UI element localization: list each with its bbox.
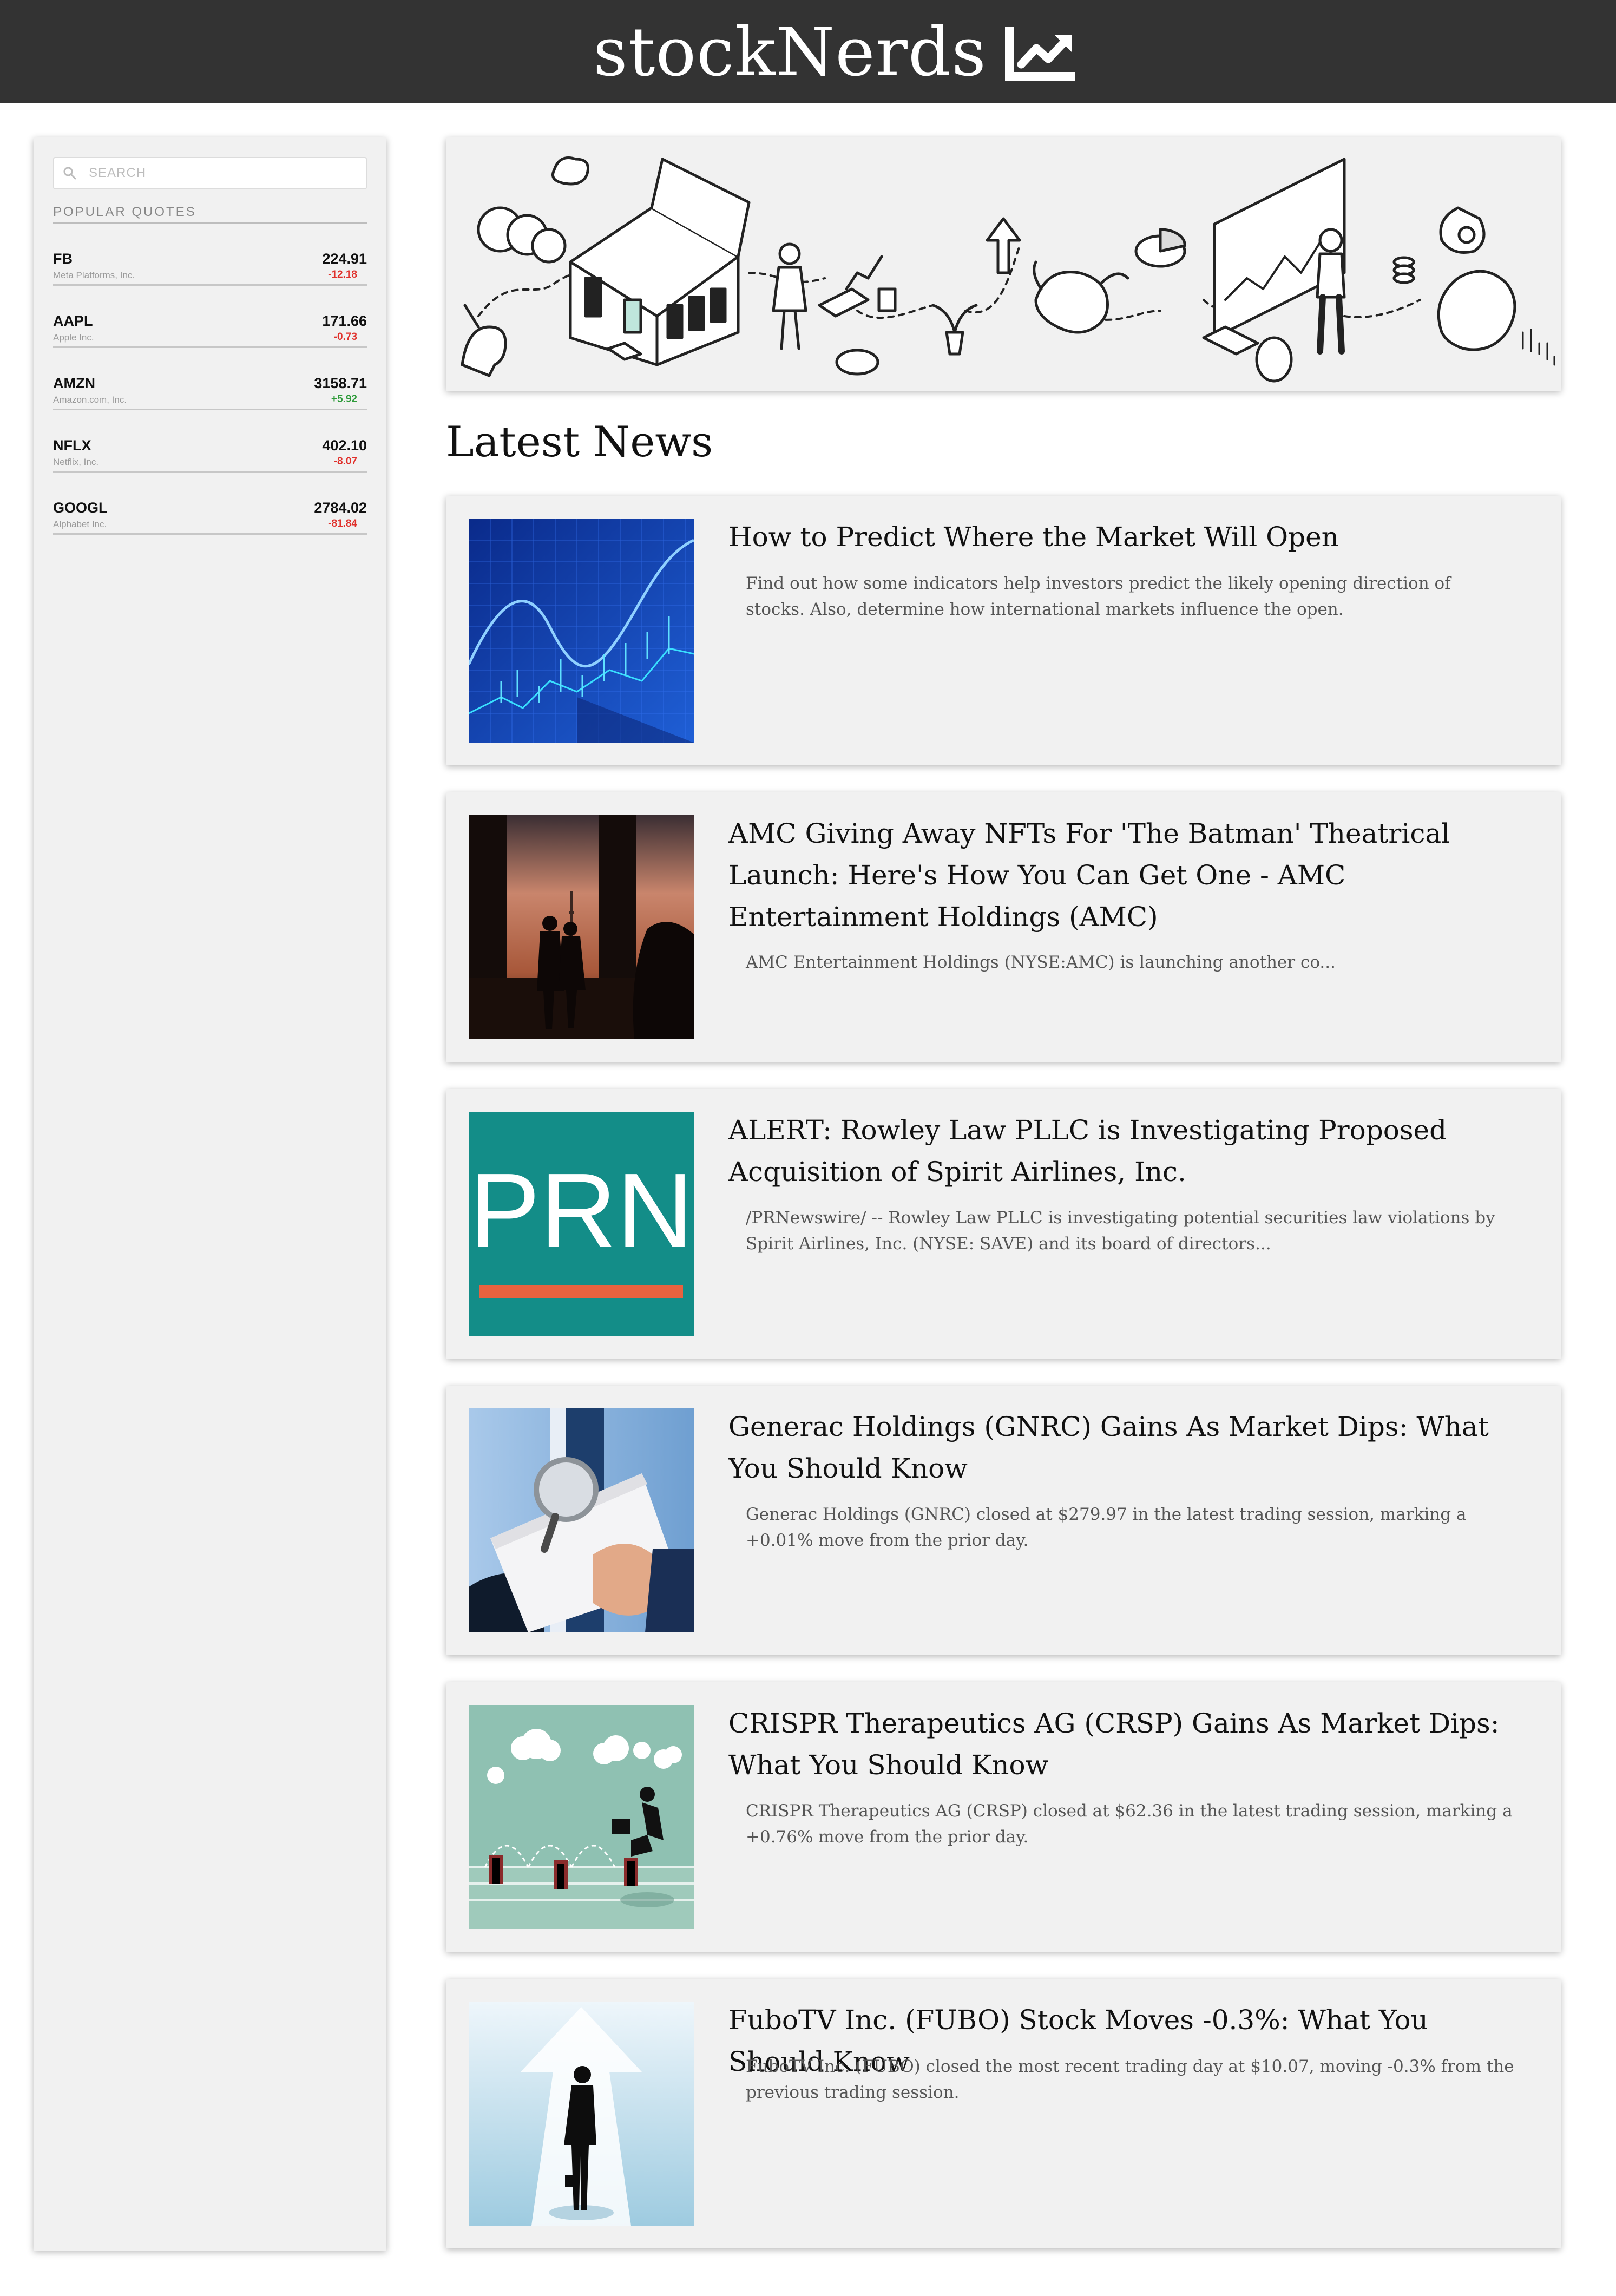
quote-change: -0.73 xyxy=(333,331,357,343)
news-headline[interactable]: AMC Giving Away NFTs For 'The Batman' Th… xyxy=(728,813,1529,938)
quote-company-name: Meta Platforms, Inc. xyxy=(53,270,135,280)
quote-change: -12.18 xyxy=(328,269,357,280)
quote-price: 171.66 xyxy=(322,313,367,329)
news-description: AMC Entertainment Holdings (NYSE:AMC) is… xyxy=(746,953,1336,972)
prn-logo-thumbnail: PRN xyxy=(469,1112,694,1336)
news-headline[interactable]: Generac Holdings (GNRC) Gains As Market … xyxy=(728,1406,1529,1490)
quote-row-aapl[interactable]: AAPL Apple Inc. 171.66 -0.73 xyxy=(53,286,367,348)
hero-banner xyxy=(446,137,1561,391)
news-thumbnail[interactable] xyxy=(469,2002,694,2226)
news-description: FuboTV Inc. (FUBO) closed the most recen… xyxy=(746,2057,1514,2102)
prn-logo-text: PRN xyxy=(469,1151,693,1270)
top-navbar: stockNerds xyxy=(0,0,1616,103)
quote-change: +5.92 xyxy=(331,393,357,405)
news-headline[interactable]: CRISPR Therapeutics AG (CRSP) Gains As M… xyxy=(728,1703,1529,1786)
trending-up-chart-icon xyxy=(1004,27,1075,81)
quote-price: 402.10 xyxy=(322,437,367,454)
city-sunset-silhouette-thumbnail xyxy=(469,815,694,1039)
quote-price: 3158.71 xyxy=(314,375,367,391)
quote-row-nflx[interactable]: NFLX Netflix, Inc. 402.10 -8.07 xyxy=(53,410,367,473)
quote-company-name: Alphabet Inc. xyxy=(53,519,107,529)
brand-logo[interactable]: stockNerds xyxy=(593,6,1078,99)
search-box[interactable] xyxy=(53,157,367,189)
quote-symbol: AAPL xyxy=(53,313,93,329)
quote-row-fb[interactable]: FB Meta Platforms, Inc. 224.91 -12.18 xyxy=(53,224,367,286)
news-thumbnail[interactable] xyxy=(469,1705,694,1929)
quote-row-amzn[interactable]: AMZN Amazon.com, Inc. 3158.71 +5.92 xyxy=(53,348,367,410)
quote-change: -8.07 xyxy=(333,456,357,467)
news-card[interactable]: AMC Giving Away NFTs For 'The Batman' Th… xyxy=(446,792,1561,1062)
stock-market-illustration xyxy=(461,156,1555,383)
hurdle-runner-thumbnail xyxy=(469,1705,694,1929)
brand-name: stockNerds xyxy=(593,14,987,91)
search-input[interactable] xyxy=(89,162,349,184)
news-description: Generac Holdings (GNRC) closed at $279.9… xyxy=(746,1505,1467,1550)
news-description: Find out how some indicators help invest… xyxy=(746,574,1451,619)
magnifying-glass-document-thumbnail xyxy=(469,1408,694,1632)
popular-quotes-title: POPULAR QUOTES xyxy=(53,205,196,219)
search-icon xyxy=(63,167,76,180)
news-headline[interactable]: How to Predict Where the Market Will Ope… xyxy=(728,516,1529,558)
news-card[interactable]: FuboTV Inc. (FUBO) Stock Moves -0.3%: Wh… xyxy=(446,1979,1561,2248)
news-card[interactable]: PRN ALERT: Rowley Law PLLC is Investigat… xyxy=(446,1089,1561,1359)
news-description: CRISPR Therapeutics AG (CRSP) closed at … xyxy=(746,1801,1513,1847)
quote-company-name: Amazon.com, Inc. xyxy=(53,395,127,405)
news-thumbnail[interactable] xyxy=(469,815,694,1039)
quote-row-googl[interactable]: GOOGL Alphabet Inc. 2784.02 -81.84 xyxy=(53,473,367,535)
news-thumbnail[interactable] xyxy=(469,519,694,743)
quote-symbol: FB xyxy=(53,251,73,267)
quote-price: 224.91 xyxy=(322,251,367,267)
news-card[interactable]: How to Predict Where the Market Will Ope… xyxy=(446,496,1561,765)
quote-price: 2784.02 xyxy=(314,500,367,516)
news-card[interactable]: CRISPR Therapeutics AG (CRSP) Gains As M… xyxy=(446,1682,1561,1952)
news-description: /PRNewswire/ -- Rowley Law PLLC is inves… xyxy=(746,1208,1495,1254)
blue-stock-chart-thumbnail xyxy=(469,519,694,743)
quote-change: -81.84 xyxy=(328,518,357,529)
news-card[interactable]: Generac Holdings (GNRC) Gains As Market … xyxy=(446,1386,1561,1655)
news-headline[interactable]: ALERT: Rowley Law PLLC is Investigating … xyxy=(728,1110,1529,1193)
quote-symbol: AMZN xyxy=(53,375,95,391)
quote-symbol: GOOGL xyxy=(53,500,108,516)
news-thumbnail[interactable] xyxy=(469,1408,694,1632)
section-title-latest-news: Latest News xyxy=(446,418,713,467)
quote-company-name: Apple Inc. xyxy=(53,332,94,343)
quote-symbol: NFLX xyxy=(53,437,91,454)
quote-company-name: Netflix, Inc. xyxy=(53,457,99,467)
businessman-arrow-thumbnail xyxy=(469,2002,694,2226)
quotes-list: FB Meta Platforms, Inc. 224.91 -12.18 AA… xyxy=(53,224,367,535)
news-thumbnail[interactable]: PRN xyxy=(469,1112,694,1336)
